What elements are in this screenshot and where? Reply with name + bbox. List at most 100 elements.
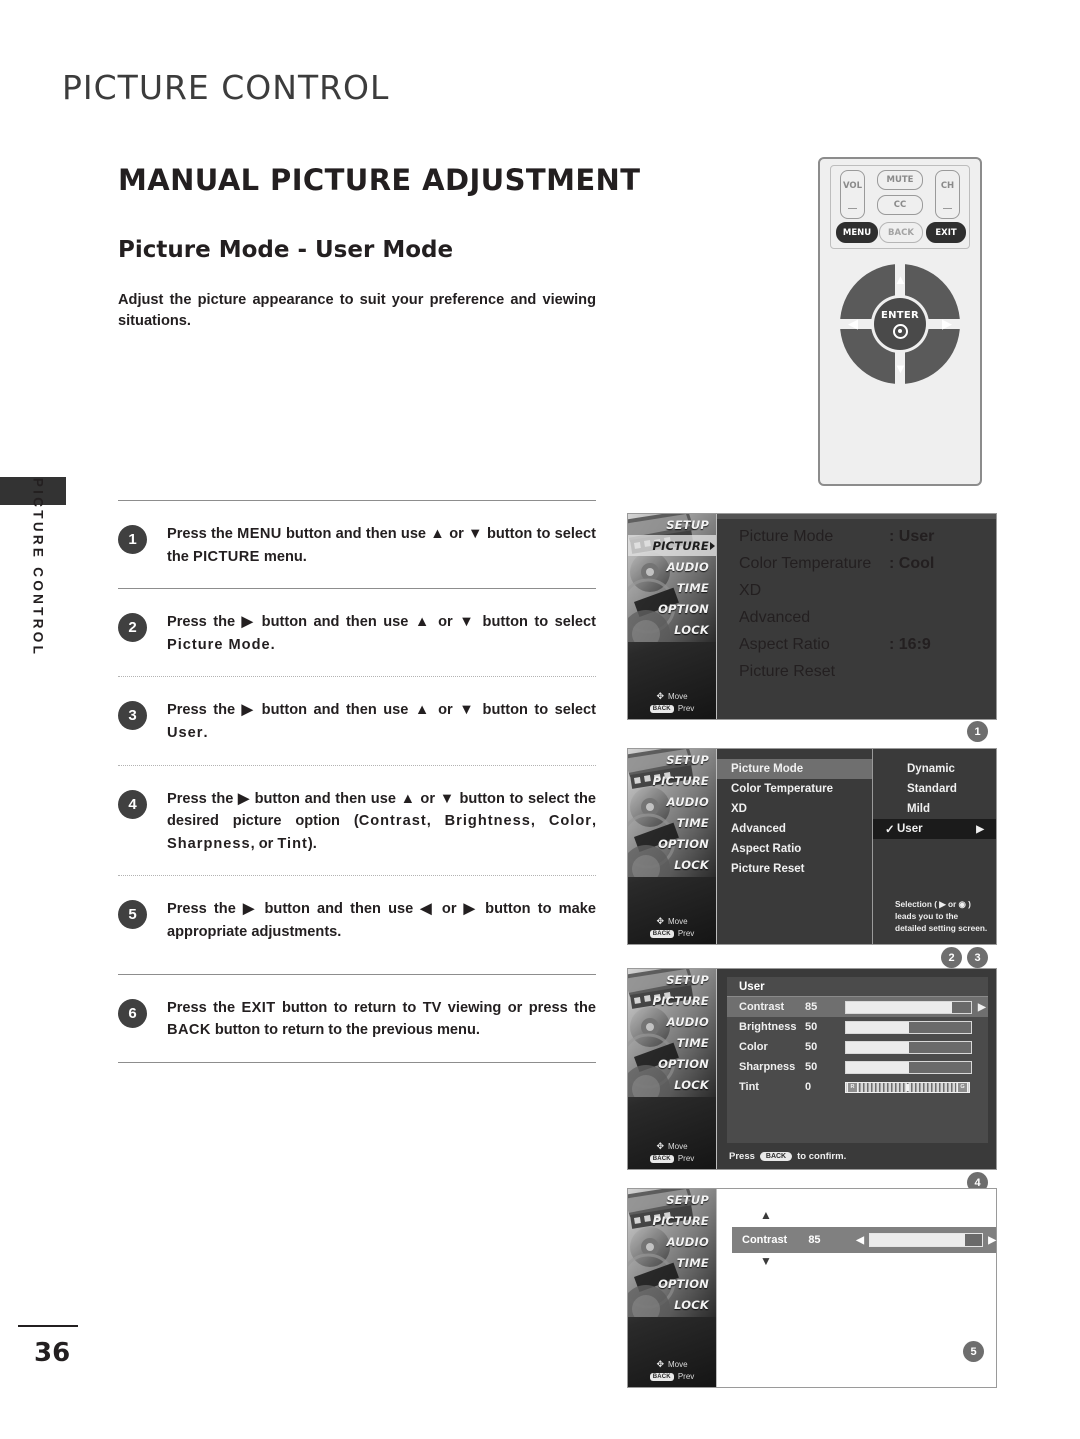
- osd-slider-track[interactable]: [845, 1020, 972, 1034]
- osd-up-arrow-icon[interactable]: ▲: [760, 1209, 772, 1221]
- step-number: 4: [118, 789, 147, 819]
- osd-sidebar-item-setup[interactable]: SETUP: [628, 749, 716, 770]
- osd-row[interactable]: XD: [739, 582, 996, 600]
- osd-menu-item-advanced[interactable]: Advanced: [717, 819, 872, 839]
- osd-sidebar-item-audio[interactable]: AUDIO: [628, 1011, 716, 1032]
- osd-option-dynamic[interactable]: Dynamic: [873, 759, 996, 779]
- osd-sidebar-item-time[interactable]: TIME: [628, 1032, 716, 1053]
- osd-slider-track[interactable]: [845, 1000, 972, 1014]
- osd-menu-item-picture-reset[interactable]: Picture Reset: [717, 859, 872, 879]
- osd-slider-fill: [869, 1234, 966, 1246]
- osd-row[interactable]: Color Temperature : Cool: [739, 555, 996, 573]
- osd-row-label: XD: [739, 582, 762, 599]
- osd-sidebar-item-lock[interactable]: LOCK: [628, 619, 716, 640]
- step-item-5: 5 Press the ▶ button and then use ◀ or ▶…: [118, 876, 596, 963]
- osd-slider-tint[interactable]: Tint 0 R G: [727, 1077, 988, 1097]
- mute-button[interactable]: MUTE: [877, 170, 923, 190]
- back-badge-icon: BACK: [649, 929, 674, 938]
- osd-menu-item-aspect-ratio[interactable]: Aspect Ratio: [717, 839, 872, 859]
- osd-row[interactable]: Advanced: [739, 609, 996, 627]
- dpad-right-arrow-icon[interactable]: ▶: [942, 317, 952, 330]
- osd-sidebar-item-time[interactable]: TIME: [628, 1252, 716, 1273]
- chevron-right-icon: [710, 541, 715, 550]
- osd-sidebar-item-picture[interactable]: PICTURE: [628, 770, 716, 791]
- dpad-up-arrow-icon[interactable]: ▲: [894, 273, 907, 286]
- step-marker-2: 2: [941, 947, 962, 968]
- cc-button[interactable]: CC: [877, 195, 923, 215]
- osd-sidebar-item-option[interactable]: OPTION: [628, 1053, 716, 1074]
- chevron-right-icon[interactable]: ▶: [988, 1235, 996, 1246]
- osd-sidebar-item-lock[interactable]: LOCK: [628, 1074, 716, 1095]
- enter-button[interactable]: ENTER: [874, 298, 926, 350]
- move-icon: ✥: [656, 1141, 664, 1151]
- step-text: Press the EXIT button to return to TV vi…: [167, 999, 596, 1039]
- page-number: 36: [34, 1338, 71, 1368]
- step-marker-5: 5: [963, 1341, 984, 1362]
- osd-slider-label: Contrast: [742, 1234, 788, 1246]
- chevron-left-icon[interactable]: ◀: [856, 1235, 864, 1246]
- osd-menu-item-picture-mode[interactable]: Picture Mode: [717, 759, 872, 779]
- osd-contrast-adjust-row[interactable]: Contrast 85 ◀ ▶: [732, 1227, 996, 1253]
- osd-hint-move: ✥ Move: [628, 1141, 716, 1152]
- osd-sidebar-item-time[interactable]: TIME: [628, 812, 716, 833]
- osd-sidebar-item-picture[interactable]: PICTURE: [628, 990, 716, 1011]
- step-number: 6: [118, 998, 147, 1028]
- dpad-left-arrow-icon[interactable]: ◀: [848, 317, 858, 330]
- menu-button[interactable]: MENU: [836, 222, 878, 243]
- channel-button[interactable]: CH: [935, 170, 960, 219]
- osd-menu-item-color-temperature[interactable]: Color Temperature: [717, 779, 872, 799]
- osd-hint-prev-label: Prev: [677, 704, 695, 713]
- osd-slider-label: Color: [739, 1041, 768, 1053]
- osd-sidebar-item-option[interactable]: OPTION: [628, 833, 716, 854]
- osd-sidebar-item-setup[interactable]: SETUP: [628, 969, 716, 990]
- osd-sidebar-item-time[interactable]: TIME: [628, 577, 716, 598]
- osd-slider-sharpness[interactable]: Sharpness 50: [727, 1057, 988, 1077]
- osd-hint-prev-label: Prev: [677, 1154, 695, 1163]
- osd-hint-prev: BACK Prev: [628, 1154, 716, 1163]
- osd-option-user[interactable]: ✓ User ▶: [873, 819, 996, 839]
- volume-button[interactable]: VOL: [840, 170, 865, 219]
- osd-sidebar-item-option[interactable]: OPTION: [628, 598, 716, 619]
- osd-option-standard[interactable]: Standard: [873, 779, 996, 799]
- osd-sidebar-item-option[interactable]: OPTION: [628, 1273, 716, 1294]
- osd-sidebar-item-label: PICTURE: [652, 538, 709, 553]
- osd-slider-track[interactable]: [868, 1233, 984, 1247]
- back-badge-icon: BACK: [649, 1154, 674, 1163]
- osd-content: User Contrast 85 ▶ Brightness 50 Color 5…: [717, 969, 996, 1169]
- osd-sidebar-item-picture[interactable]: PICTURE: [628, 1210, 716, 1231]
- osd-row[interactable]: Picture Reset: [739, 663, 996, 681]
- dpad[interactable]: ▲ ▼ ◀ ▶ ENTER: [840, 264, 960, 384]
- osd-sidebar-item-audio[interactable]: AUDIO: [628, 791, 716, 812]
- move-icon: ✥: [656, 1359, 664, 1369]
- osd-sidebar-item-lock[interactable]: LOCK: [628, 1294, 716, 1315]
- osd-slider-track[interactable]: [845, 1040, 972, 1054]
- osd-slider-contrast[interactable]: Contrast 85 ▶: [727, 997, 988, 1017]
- osd-sidebar-item-lock[interactable]: LOCK: [628, 854, 716, 875]
- osd-sidebar-item-audio[interactable]: AUDIO: [628, 556, 716, 577]
- back-button[interactable]: BACK: [879, 222, 923, 243]
- osd-content: Picture Mode : User Color Temperature : …: [717, 514, 996, 719]
- channel-minus-icon: [943, 207, 952, 209]
- osd-slider-panel: User Contrast 85 ▶ Brightness 50 Color 5…: [727, 977, 988, 1143]
- osd-row-label: Advanced: [739, 609, 811, 626]
- osd-tint-track[interactable]: R G: [845, 1081, 970, 1093]
- osd-option-mild[interactable]: Mild: [873, 799, 996, 819]
- osd-row[interactable]: Picture Mode : User: [739, 528, 996, 546]
- dpad-down-arrow-icon[interactable]: ▼: [894, 362, 907, 375]
- osd-slider-value: 85: [808, 1234, 821, 1246]
- step-item-1: 1 Press the MENU button and then use ▲ o…: [118, 501, 596, 588]
- osd-sidebar-item-setup[interactable]: SETUP: [628, 1189, 716, 1210]
- osd-slider-track[interactable]: [845, 1060, 972, 1074]
- osd-slider-brightness[interactable]: Brightness 50: [727, 1017, 988, 1037]
- osd-slider-color[interactable]: Color 50: [727, 1037, 988, 1057]
- osd-hints: ✥ Move BACK Prev: [628, 1357, 716, 1381]
- osd-row[interactable]: Aspect Ratio : 16:9: [739, 636, 996, 654]
- osd-menu-item-xd[interactable]: XD: [717, 799, 872, 819]
- osd-down-arrow-icon[interactable]: ▼: [760, 1255, 772, 1267]
- osd-sidebar-item-setup[interactable]: SETUP: [628, 514, 716, 535]
- osd-sidebar-item-picture[interactable]: PICTURE: [628, 535, 716, 556]
- exit-button[interactable]: EXIT: [926, 222, 966, 243]
- section-title: MANUAL PICTURE ADJUSTMENT: [118, 163, 641, 197]
- osd-sidebar-item-audio[interactable]: AUDIO: [628, 1231, 716, 1252]
- osd-sidebar: SETUP PICTURE AUDIO TIME OPTION LOCK ✥ M…: [628, 969, 717, 1169]
